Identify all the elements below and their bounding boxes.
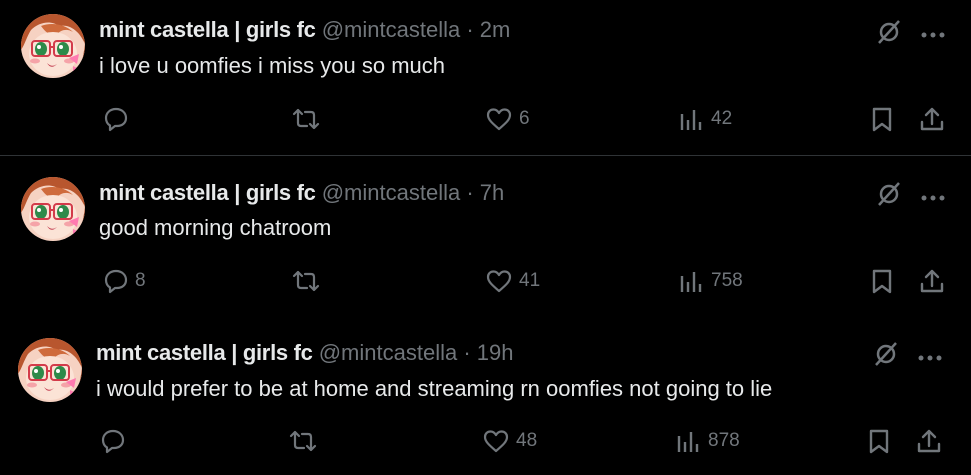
tweet-header: mint castella | girls fc @mintcastella ·…	[99, 180, 504, 206]
like-count: 6	[519, 108, 530, 129]
display-name[interactable]: mint castella | girls fc	[96, 340, 313, 365]
display-name[interactable]: mint castella | girls fc	[99, 180, 316, 205]
reply-button[interactable]: 8	[103, 268, 146, 294]
handle[interactable]: @mintcastella	[319, 340, 458, 365]
share-icon	[920, 269, 944, 293]
timestamp[interactable]: 19h	[477, 340, 514, 365]
tweet-header: mint castella | girls fc @mintcastella ·…	[99, 17, 510, 43]
avatar[interactable]	[21, 177, 85, 241]
like-button[interactable]: 48	[482, 428, 537, 454]
repost-icon	[292, 108, 320, 130]
reply-button[interactable]	[103, 106, 135, 132]
tweet[interactable]: mint castella | girls fc @mintcastella ·…	[0, 156, 971, 312]
separator-dot: ·	[466, 17, 474, 42]
views-count: 42	[711, 108, 733, 129]
bookmark-icon	[872, 269, 892, 294]
heart-icon	[483, 430, 509, 453]
display-name[interactable]: mint castella | girls fc	[99, 17, 316, 42]
views-button[interactable]: 878	[676, 428, 740, 454]
like-count: 41	[519, 270, 541, 291]
more-icon[interactable]	[917, 349, 943, 367]
share-button[interactable]	[919, 105, 945, 133]
views-count: 758	[711, 270, 743, 291]
reply-count: 8	[135, 270, 146, 291]
grok-icon[interactable]	[875, 18, 903, 51]
bookmark-button[interactable]	[868, 428, 890, 454]
views-icon	[680, 272, 702, 292]
repost-icon	[292, 270, 320, 292]
repost-button[interactable]	[287, 428, 325, 454]
separator-dot: ·	[463, 340, 471, 365]
views-count: 878	[708, 430, 740, 451]
views-button[interactable]: 758	[679, 268, 743, 294]
grok-icon[interactable]	[872, 340, 900, 373]
like-button[interactable]: 6	[485, 106, 530, 132]
grok-icon[interactable]	[875, 180, 903, 213]
timestamp[interactable]: 7h	[480, 180, 504, 205]
tweet[interactable]: mint castella | girls fc @mintcastella ·…	[0, 0, 971, 155]
share-button[interactable]	[919, 267, 945, 295]
heart-icon	[486, 108, 512, 131]
views-icon	[677, 432, 699, 452]
like-button[interactable]: 41	[485, 268, 540, 294]
heart-icon	[486, 270, 512, 293]
share-icon	[917, 429, 941, 453]
timestamp[interactable]: 2m	[480, 17, 511, 42]
bookmark-icon	[872, 107, 892, 132]
bookmark-button[interactable]	[871, 106, 893, 132]
reply-icon	[104, 269, 128, 294]
more-icon[interactable]	[920, 26, 946, 44]
reply-button[interactable]	[100, 428, 132, 454]
avatar[interactable]	[21, 14, 85, 78]
tweet-text: i love u oomfies i miss you so much	[99, 53, 446, 78]
repost-icon	[289, 430, 317, 452]
reply-icon	[101, 429, 125, 454]
tweet[interactable]: mint castella | girls fc @mintcastella ·…	[0, 312, 971, 475]
tweet-text: i would prefer to be at home and streami…	[96, 376, 773, 401]
avatar[interactable]	[18, 338, 82, 402]
bookmark-icon	[869, 429, 889, 454]
separator-dot: ·	[466, 180, 474, 205]
handle[interactable]: @mintcastella	[322, 180, 461, 205]
tweet-header: mint castella | girls fc @mintcastella ·…	[96, 340, 514, 366]
like-count: 48	[516, 430, 538, 451]
repost-button[interactable]	[290, 268, 328, 294]
share-icon	[920, 107, 944, 131]
reply-icon	[104, 107, 128, 132]
views-button[interactable]: 42	[679, 106, 732, 132]
repost-button[interactable]	[290, 106, 328, 132]
handle[interactable]: @mintcastella	[322, 17, 461, 42]
share-button[interactable]	[916, 427, 942, 455]
tweet-text: good morning chatroom	[99, 215, 332, 240]
bookmark-button[interactable]	[871, 268, 893, 294]
views-icon	[680, 110, 702, 130]
more-icon[interactable]	[920, 189, 946, 207]
